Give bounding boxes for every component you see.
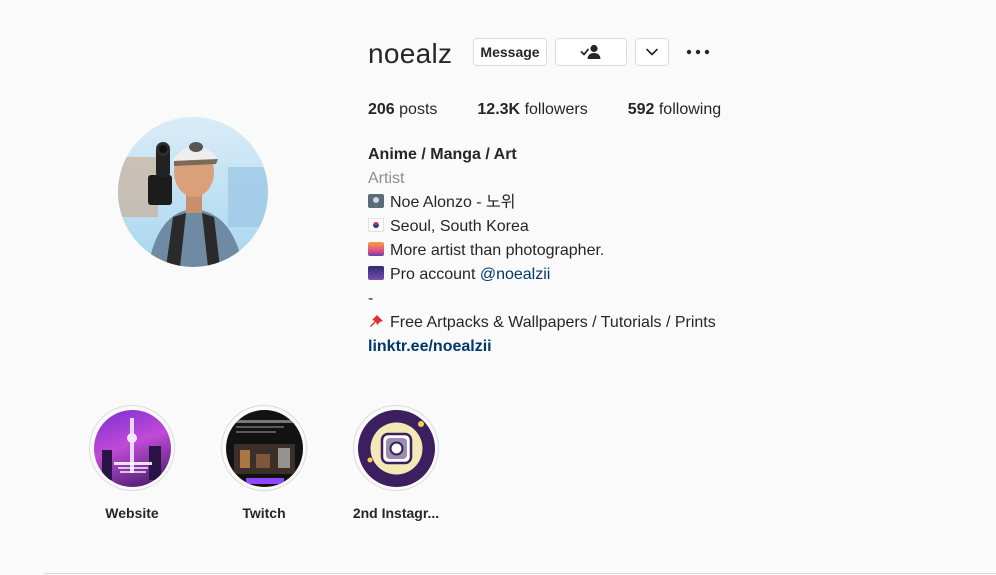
posts-label: posts xyxy=(399,101,438,118)
divider xyxy=(44,573,996,574)
following-link[interactable]: 592 following xyxy=(628,100,721,120)
profile-username: noealz xyxy=(368,38,453,69)
profile-stats: 206 posts 12.3K followers 592 following xyxy=(368,100,721,120)
bio-line-2: Seoul, South Korea xyxy=(390,218,529,235)
bio-line-3: More artist than photographer. xyxy=(390,242,605,259)
message-button[interactable]: Message xyxy=(473,38,547,66)
profile-bio: Anime / Manga / Art Artist Noe Alonzo - … xyxy=(368,143,928,359)
highlight-website[interactable]: Website xyxy=(86,405,178,521)
highlight-2nd-instagram[interactable]: 2nd Instagr... xyxy=(350,405,442,521)
suggested-dropdown-button[interactable] xyxy=(635,38,669,66)
bio-external-link[interactable]: linktr.ee/noealzii xyxy=(368,335,928,359)
bio-category: Artist xyxy=(368,170,405,187)
highlight-twitch-cover xyxy=(225,409,303,487)
bio-line-pro: Pro account @noealzii xyxy=(368,263,928,287)
highlight-twitch-label: Twitch xyxy=(242,505,286,521)
following-number: 592 xyxy=(627,101,655,118)
night-city-emoji-icon xyxy=(368,266,384,280)
bio-line-5: - xyxy=(368,290,374,307)
more-options-icon xyxy=(686,49,710,55)
bio-line-free: Free Artpacks & Wallpapers / Tutorials /… xyxy=(368,311,928,335)
bio-line-1: Noe Alonzo - 노위 xyxy=(390,194,516,211)
followers-link[interactable]: 12.3K followers xyxy=(477,100,587,120)
sunset-emoji-icon xyxy=(368,242,384,256)
pro-account-mention-link[interactable]: @noealzii xyxy=(480,266,551,283)
profile-avatar[interactable] xyxy=(118,117,268,267)
camera-emoji-icon xyxy=(368,194,384,208)
highlight-website-label: Website xyxy=(105,505,159,521)
posts-number: 206 xyxy=(368,101,395,118)
chevron-down-icon xyxy=(646,48,658,56)
highlight-website-cover xyxy=(93,409,171,487)
highlight-2nd-instagram-label: 2nd Instagr... xyxy=(352,505,440,521)
korea-flag-icon xyxy=(368,218,384,232)
posts-count: 206 posts xyxy=(368,100,437,120)
pushpin-emoji-icon xyxy=(368,314,384,328)
bio-name: Anime / Manga / Art xyxy=(368,146,517,163)
highlight-ring xyxy=(89,405,175,491)
followers-number: 12.3K xyxy=(477,101,521,118)
highlight-instagram-cover xyxy=(357,409,435,487)
bio-line-6: Free Artpacks & Wallpapers / Tutorials /… xyxy=(390,314,716,331)
more-options-button[interactable] xyxy=(684,40,712,64)
following-button[interactable] xyxy=(555,38,627,66)
message-button-label: Message xyxy=(480,44,540,60)
bio-line-4-prefix: Pro account xyxy=(390,266,476,283)
highlight-ring xyxy=(221,405,307,491)
following-label: following xyxy=(658,101,722,118)
bio-line-artist: More artist than photographer. xyxy=(368,239,928,263)
person-check-icon xyxy=(580,44,602,60)
highlight-twitch[interactable]: Twitch xyxy=(218,405,310,521)
story-highlights: Website Twitch 2nd Instagr... xyxy=(86,405,482,521)
bio-line-location: Seoul, South Korea xyxy=(368,215,928,239)
bio-line-name: Noe Alonzo - 노위 xyxy=(368,191,928,215)
followers-label: followers xyxy=(524,101,588,118)
highlight-ring xyxy=(353,405,439,491)
